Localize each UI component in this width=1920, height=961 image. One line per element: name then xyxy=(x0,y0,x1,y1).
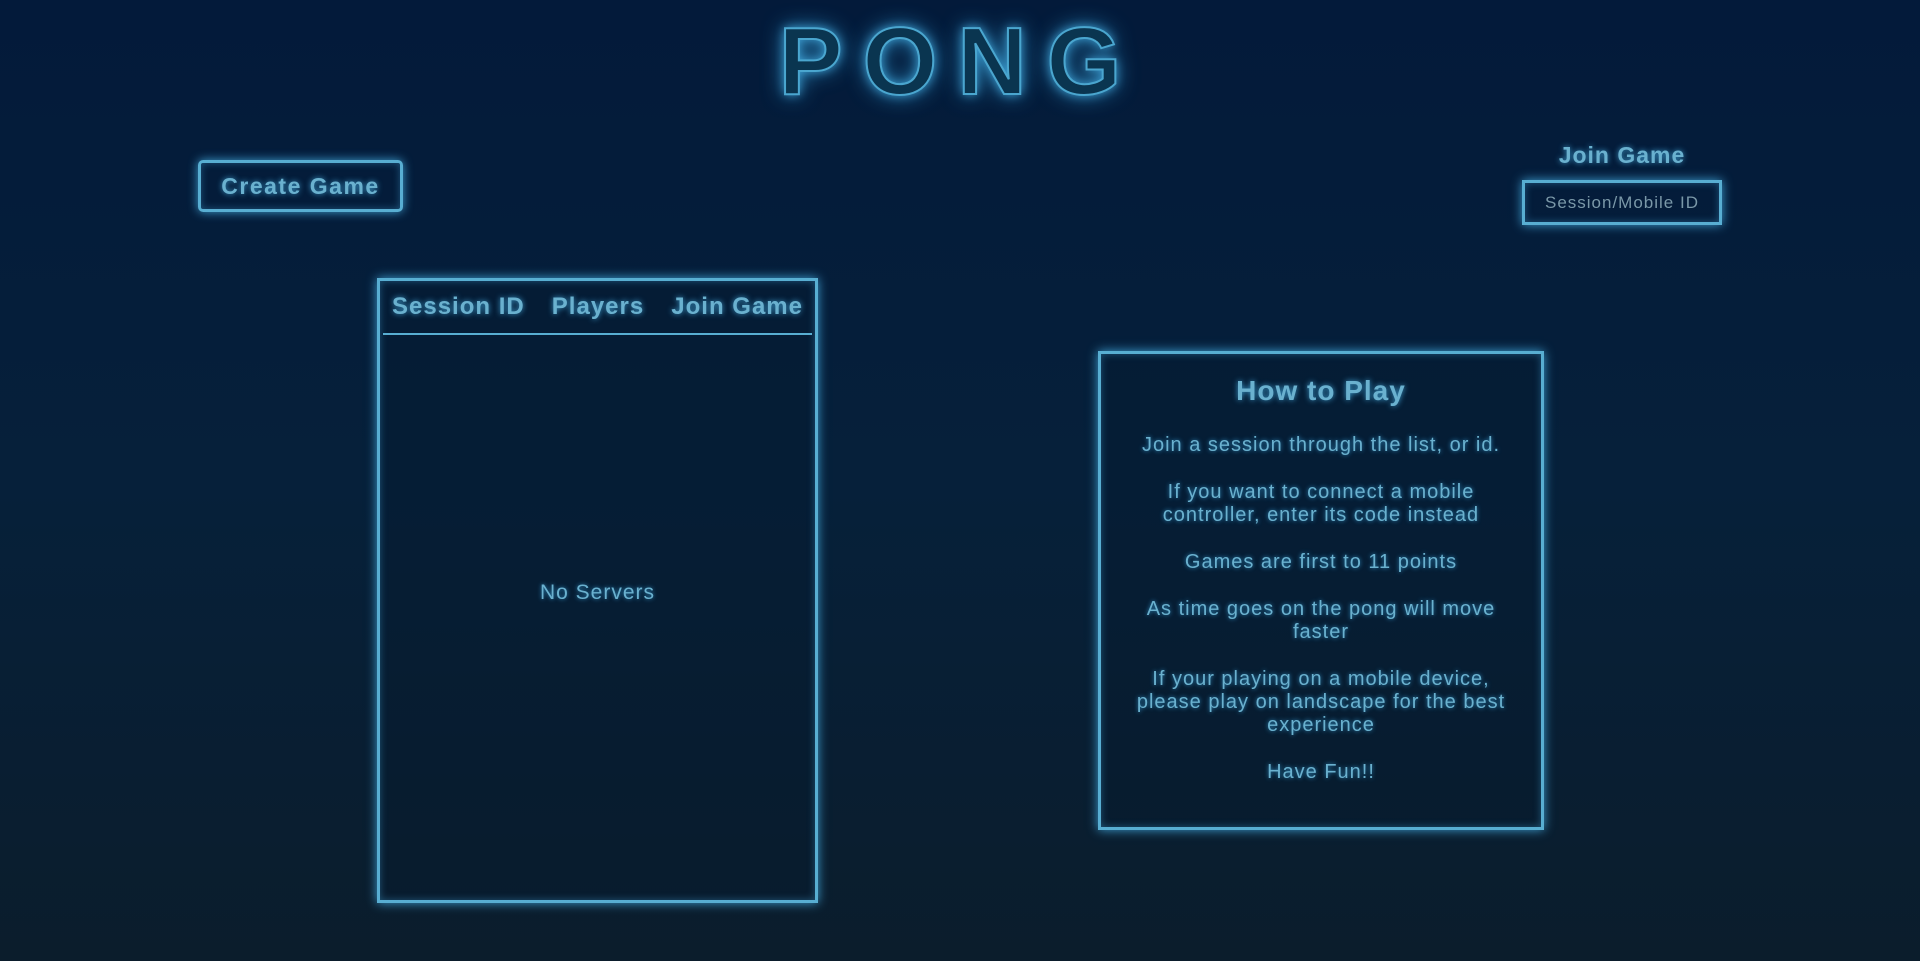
how-to-play-panel: How to Play Join a session through the l… xyxy=(1098,351,1544,830)
create-game-button[interactable]: Create Game xyxy=(198,160,403,212)
empty-server-message: No Servers xyxy=(539,581,656,604)
instruction-item: If your playing on a mobile device, plea… xyxy=(1136,668,1506,736)
instruction-item: Games are first to 11 points xyxy=(1184,551,1458,573)
instruction-item: If you want to connect a mobile controll… xyxy=(1162,481,1480,526)
page-title: PONG xyxy=(778,8,1142,115)
how-to-play-title: How to Play xyxy=(1236,375,1406,406)
server-list-header: Session ID Players Join Game xyxy=(383,281,812,335)
join-game-panel: Join Game xyxy=(1522,140,1722,225)
join-game-label: Join Game xyxy=(1558,142,1686,168)
instruction-item: Have Fun!! xyxy=(1267,761,1375,783)
instruction-item: As time goes on the pong will move faste… xyxy=(1146,598,1496,643)
session-id-input[interactable] xyxy=(1522,180,1722,225)
instructions-list: Join a session through the list, or id. … xyxy=(1129,434,1513,784)
instruction-item: Join a session through the list, or id. xyxy=(1141,434,1501,456)
column-header-session-id: Session ID xyxy=(392,293,525,320)
server-list: Session ID Players Join Game No Servers xyxy=(377,278,818,903)
column-header-join-game: Join Game xyxy=(671,293,803,320)
column-header-players: Players xyxy=(551,293,645,320)
